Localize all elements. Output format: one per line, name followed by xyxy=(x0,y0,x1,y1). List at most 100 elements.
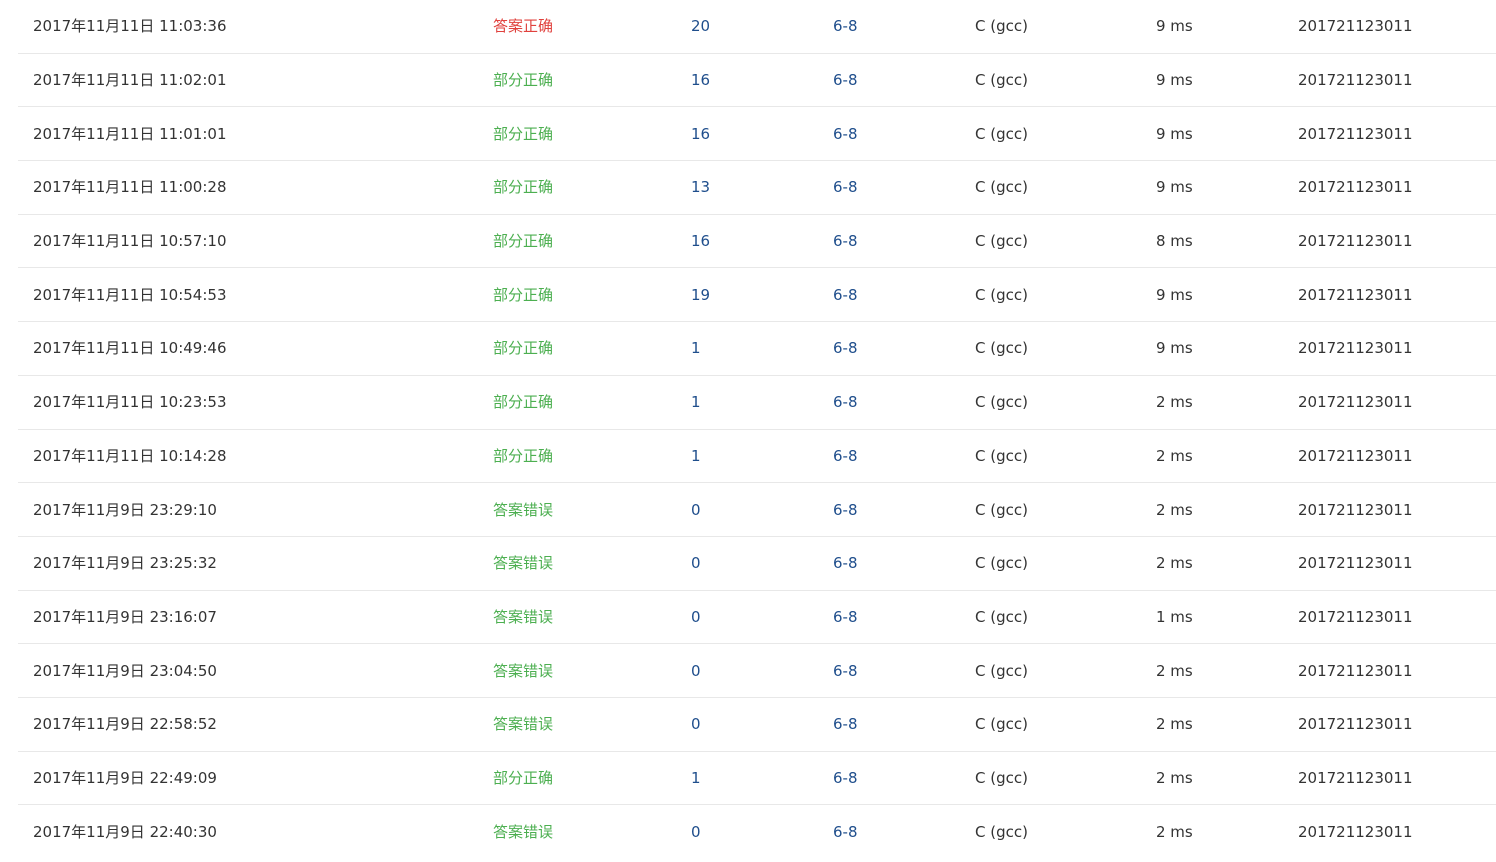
submission-status-link[interactable]: 答案错误 xyxy=(493,553,553,573)
problem-link[interactable]: 6-8 xyxy=(833,338,858,358)
table-row: 2017年11月11日 10:14:28 部分正确 1 6-8 C (gcc) … xyxy=(18,430,1496,484)
submission-score-link[interactable]: 1 xyxy=(691,768,701,788)
submission-runtime: 2 ms xyxy=(1156,715,1193,734)
submission-runtime: 8 ms xyxy=(1156,232,1193,251)
submission-language: C (gcc) xyxy=(975,661,1028,680)
submission-score-link[interactable]: 0 xyxy=(691,553,701,573)
problem-link[interactable]: 6-8 xyxy=(833,446,858,466)
submission-user: 201721123011 xyxy=(1298,768,1413,787)
submission-time: 2017年11月9日 22:49:09 xyxy=(33,768,217,787)
submission-score-link[interactable]: 16 xyxy=(691,124,710,144)
submission-score-link[interactable]: 19 xyxy=(691,285,710,305)
table-row: 2017年11月9日 22:40:30 答案错误 0 6-8 C (gcc) 2… xyxy=(18,805,1496,859)
table-row: 2017年11月9日 23:29:10 答案错误 0 6-8 C (gcc) 2… xyxy=(18,483,1496,537)
submission-score-link[interactable]: 0 xyxy=(691,714,701,734)
table-row: 2017年11月11日 11:00:28 部分正确 13 6-8 C (gcc)… xyxy=(18,161,1496,215)
submission-status-link[interactable]: 部分正确 xyxy=(493,392,553,412)
submission-status-link[interactable]: 答案正确 xyxy=(493,16,553,36)
submission-time: 2017年11月11日 11:03:36 xyxy=(33,17,227,36)
submission-language: C (gcc) xyxy=(975,768,1028,787)
submission-user: 201721123011 xyxy=(1298,339,1413,358)
submission-language: C (gcc) xyxy=(975,554,1028,573)
submission-status-link[interactable]: 部分正确 xyxy=(493,70,553,90)
problem-link[interactable]: 6-8 xyxy=(833,661,858,681)
submission-runtime: 9 ms xyxy=(1156,178,1193,197)
problem-link[interactable]: 6-8 xyxy=(833,16,858,36)
problem-link[interactable]: 6-8 xyxy=(833,285,858,305)
submission-user: 201721123011 xyxy=(1298,500,1413,519)
problem-link[interactable]: 6-8 xyxy=(833,768,858,788)
table-row: 2017年11月11日 11:02:01 部分正确 16 6-8 C (gcc)… xyxy=(18,54,1496,108)
submission-status-link[interactable]: 答案错误 xyxy=(493,607,553,627)
submission-status-link[interactable]: 部分正确 xyxy=(493,338,553,358)
submission-time: 2017年11月9日 22:40:30 xyxy=(33,823,217,842)
submission-user: 201721123011 xyxy=(1298,661,1413,680)
submission-runtime: 2 ms xyxy=(1156,768,1193,787)
submission-user: 201721123011 xyxy=(1298,285,1413,304)
submission-language: C (gcc) xyxy=(975,393,1028,412)
submission-time: 2017年11月9日 23:29:10 xyxy=(33,500,217,519)
submission-user: 201721123011 xyxy=(1298,446,1413,465)
problem-link[interactable]: 6-8 xyxy=(833,500,858,520)
submission-runtime: 2 ms xyxy=(1156,823,1193,842)
submission-user: 201721123011 xyxy=(1298,715,1413,734)
problem-link[interactable]: 6-8 xyxy=(833,70,858,90)
submission-runtime: 2 ms xyxy=(1156,446,1193,465)
submission-language: C (gcc) xyxy=(975,339,1028,358)
submission-time: 2017年11月9日 23:04:50 xyxy=(33,661,217,680)
submission-time: 2017年11月11日 10:14:28 xyxy=(33,446,227,465)
submission-status-link[interactable]: 部分正确 xyxy=(493,124,553,144)
problem-link[interactable]: 6-8 xyxy=(833,231,858,251)
submission-runtime: 2 ms xyxy=(1156,554,1193,573)
problem-link[interactable]: 6-8 xyxy=(833,822,858,842)
submission-status-link[interactable]: 部分正确 xyxy=(493,446,553,466)
submission-score-link[interactable]: 0 xyxy=(691,500,701,520)
submission-language: C (gcc) xyxy=(975,178,1028,197)
table-row: 2017年11月11日 10:54:53 部分正确 19 6-8 C (gcc)… xyxy=(18,268,1496,323)
table-row: 2017年11月9日 23:16:07 答案错误 0 6-8 C (gcc) 1… xyxy=(18,591,1496,645)
submission-status-link[interactable]: 答案错误 xyxy=(493,661,553,681)
submission-status-link[interactable]: 部分正确 xyxy=(493,177,553,197)
submission-time: 2017年11月9日 23:16:07 xyxy=(33,607,217,626)
submission-status-link[interactable]: 答案错误 xyxy=(493,714,553,734)
submission-time: 2017年11月11日 10:57:10 xyxy=(33,232,227,251)
submission-score-link[interactable]: 1 xyxy=(691,446,701,466)
problem-link[interactable]: 6-8 xyxy=(833,392,858,412)
submission-score-link[interactable]: 16 xyxy=(691,231,710,251)
submission-score-link[interactable]: 1 xyxy=(691,338,701,358)
problem-link[interactable]: 6-8 xyxy=(833,714,858,734)
submission-runtime: 9 ms xyxy=(1156,339,1193,358)
submission-runtime: 9 ms xyxy=(1156,285,1193,304)
submission-user: 201721123011 xyxy=(1298,178,1413,197)
submission-time: 2017年11月9日 22:58:52 xyxy=(33,715,217,734)
submission-score-link[interactable]: 1 xyxy=(691,392,701,412)
problem-link[interactable]: 6-8 xyxy=(833,607,858,627)
table-row: 2017年11月11日 11:01:01 部分正确 16 6-8 C (gcc)… xyxy=(18,107,1496,162)
submissions-table: 2017年11月11日 11:03:36 答案正确 20 6-8 C (gcc)… xyxy=(18,0,1496,859)
submission-runtime: 1 ms xyxy=(1156,607,1193,626)
submission-score-link[interactable]: 20 xyxy=(691,16,710,36)
submission-status-link[interactable]: 部分正确 xyxy=(493,285,553,305)
submission-time: 2017年11月9日 23:25:32 xyxy=(33,554,217,573)
table-row: 2017年11月9日 22:58:52 答案错误 0 6-8 C (gcc) 2… xyxy=(18,698,1496,752)
submission-runtime: 2 ms xyxy=(1156,661,1193,680)
submission-score-link[interactable]: 16 xyxy=(691,70,710,90)
table-row: 2017年11月9日 23:25:32 答案错误 0 6-8 C (gcc) 2… xyxy=(18,537,1496,591)
submission-status-link[interactable]: 部分正确 xyxy=(493,768,553,788)
submission-runtime: 9 ms xyxy=(1156,124,1193,143)
problem-link[interactable]: 6-8 xyxy=(833,124,858,144)
submission-status-link[interactable]: 部分正确 xyxy=(493,231,553,251)
submission-score-link[interactable]: 0 xyxy=(691,607,701,627)
submission-runtime: 9 ms xyxy=(1156,17,1193,36)
submission-score-link[interactable]: 0 xyxy=(691,822,701,842)
submission-status-link[interactable]: 答案错误 xyxy=(493,822,553,842)
submission-score-link[interactable]: 13 xyxy=(691,177,710,197)
problem-link[interactable]: 6-8 xyxy=(833,553,858,573)
submission-score-link[interactable]: 0 xyxy=(691,661,701,681)
submission-user: 201721123011 xyxy=(1298,71,1413,90)
submission-language: C (gcc) xyxy=(975,71,1028,90)
submission-status-link[interactable]: 答案错误 xyxy=(493,500,553,520)
problem-link[interactable]: 6-8 xyxy=(833,177,858,197)
table-row: 2017年11月9日 23:04:50 答案错误 0 6-8 C (gcc) 2… xyxy=(18,644,1496,698)
submission-time: 2017年11月11日 10:49:46 xyxy=(33,339,227,358)
